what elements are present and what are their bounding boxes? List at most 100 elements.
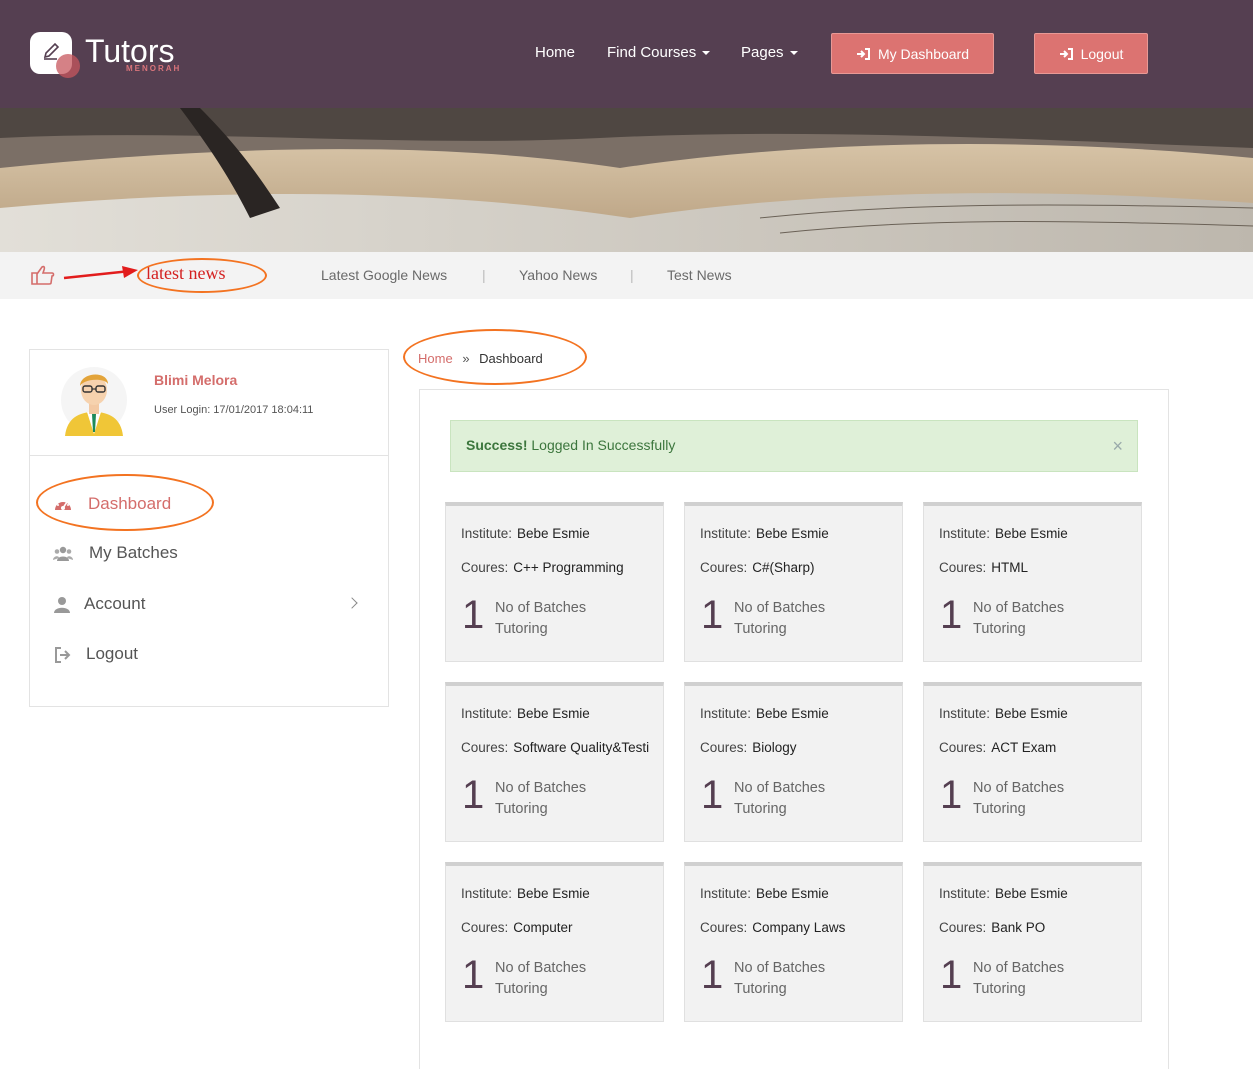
institute-value: Bebe Esmie <box>756 886 829 901</box>
institute-value: Bebe Esmie <box>517 706 590 721</box>
course-row: Coures: Company Laws <box>700 920 888 935</box>
course-label: Coures: <box>939 740 987 755</box>
tutoring-text: Tutoring <box>495 981 548 997</box>
course-value: HTML <box>991 560 1029 575</box>
course-card[interactable]: Institute: Bebe Esmie Coures: Company Laws 1… <box>684 862 903 1022</box>
course-label: Coures: <box>461 740 509 755</box>
institute-value: Bebe Esmie <box>995 706 1068 721</box>
course-row: Coures: Computer <box>461 920 649 935</box>
course-card[interactable]: Institute: Bebe Esmie Coures: Software Qual… <box>445 682 664 842</box>
my-dashboard-button[interactable]: My Dashboard <box>831 33 994 74</box>
top-header: Tutors MENORAH Home Find Courses Pages M… <box>0 0 1253 108</box>
users-icon <box>53 546 73 561</box>
course-row: Coures: HTML <box>939 560 1127 575</box>
news-link-google[interactable]: Latest Google News <box>321 267 447 283</box>
institute-value: Bebe Esmie <box>517 886 590 901</box>
institute-label: Institute: <box>461 526 513 541</box>
book-image <box>0 108 1253 252</box>
course-row: Coures: Biology <box>700 740 888 755</box>
institute-row: Institute: Bebe Esmie <box>461 886 649 901</box>
course-card[interactable]: Institute: Bebe Esmie Coures: C++ Programmi… <box>445 502 664 662</box>
annotation-oval <box>403 329 587 385</box>
course-value: Computer <box>513 920 573 935</box>
institute-row: Institute: Bebe Esmie <box>700 526 888 541</box>
course-card[interactable]: Institute: Bebe Esmie Coures: Bank PO 1 No of… <box>923 862 1142 1022</box>
batches-text: No of Batches <box>973 600 1065 616</box>
logout-button[interactable]: Logout <box>1034 33 1148 74</box>
tutoring-text: Tutoring <box>734 801 787 817</box>
close-icon[interactable]: × <box>1112 436 1123 457</box>
batch-count: 1 <box>462 593 485 637</box>
alert-message: Logged In Successfully <box>531 437 676 453</box>
batch-count: 1 <box>940 953 963 997</box>
news-link-test[interactable]: Test News <box>667 267 732 283</box>
batch-label: No of Batches Tutoring <box>734 778 825 820</box>
course-label: Coures: <box>461 920 509 935</box>
sidebar-item-logout[interactable]: Logout <box>30 635 388 675</box>
course-label: Coures: <box>700 560 748 575</box>
batch-count: 1 <box>462 773 485 817</box>
batch-count: 1 <box>462 953 485 997</box>
course-row: Coures: C#(Sharp) <box>700 560 888 575</box>
main-panel: Success! Logged In Successfully × Instit… <box>419 389 1169 1069</box>
course-card[interactable]: Institute: Bebe Esmie Coures: C#(Sharp) 1 No … <box>684 502 903 662</box>
institute-label: Institute: <box>461 706 513 721</box>
course-card[interactable]: Institute: Bebe Esmie Coures: Computer 1 No o… <box>445 862 664 1022</box>
sidebar-item-account[interactable]: Account <box>30 585 388 625</box>
institute-label: Institute: <box>700 706 752 721</box>
batches-text: No of Batches <box>734 780 826 796</box>
batches-text: No of Batches <box>495 780 587 796</box>
batch-count: 1 <box>940 593 963 637</box>
course-row: Coures: ACT Exam <box>939 740 1127 755</box>
institute-row: Institute: Bebe Esmie <box>700 706 888 721</box>
profile-name[interactable]: Blimi Melora <box>154 372 237 388</box>
institute-row: Institute: Bebe Esmie <box>700 886 888 901</box>
sidebar-item-my-batches[interactable]: My Batches <box>30 534 388 574</box>
institute-label: Institute: <box>700 526 752 541</box>
brand-logo[interactable]: Tutors MENORAH <box>30 32 210 82</box>
annotation-oval <box>36 474 214 531</box>
course-value: Software Quality&Testing <box>513 740 649 755</box>
annotation-oval <box>137 258 267 293</box>
course-value: C++ Programming <box>513 560 624 575</box>
course-label: Coures: <box>700 740 748 755</box>
institute-value: Bebe Esmie <box>995 526 1068 541</box>
batch-label: No of Batches Tutoring <box>495 958 586 1000</box>
batches-text: No of Batches <box>734 600 826 616</box>
news-separator: | <box>482 267 486 283</box>
sidebar-item-label: Logout <box>86 644 138 663</box>
course-card[interactable]: Institute: Bebe Esmie Coures: HTML 1 No of Ba… <box>923 502 1142 662</box>
institute-row: Institute: Bebe Esmie <box>461 526 649 541</box>
course-value: C#(Sharp) <box>752 560 815 575</box>
course-label: Coures: <box>939 560 987 575</box>
user-icon <box>54 597 70 613</box>
course-row: Coures: C++ Programming <box>461 560 649 575</box>
institute-label: Institute: <box>461 886 513 901</box>
brand-subtitle: MENORAH <box>126 64 182 73</box>
news-link-yahoo[interactable]: Yahoo News <box>519 267 597 283</box>
batch-label: No of Batches Tutoring <box>973 598 1064 640</box>
course-label: Coures: <box>461 560 509 575</box>
batches-text: No of Batches <box>495 600 587 616</box>
institute-row: Institute: Bebe Esmie <box>939 886 1127 901</box>
sign-in-icon <box>1059 47 1073 60</box>
course-card[interactable]: Institute: Bebe Esmie Coures: ACT Exam 1 No o… <box>923 682 1142 842</box>
nav-pages[interactable]: Pages <box>741 44 798 61</box>
hero-banner <box>0 108 1253 252</box>
batches-text: No of Batches <box>495 960 587 976</box>
nav-home[interactable]: Home <box>535 44 575 61</box>
avatar[interactable] <box>61 362 127 436</box>
tutoring-text: Tutoring <box>734 981 787 997</box>
batch-count: 1 <box>701 773 724 817</box>
course-card[interactable]: Institute: Bebe Esmie Coures: Biology 1 No of… <box>684 682 903 842</box>
course-value: ACT Exam <box>991 740 1057 755</box>
course-value: Bank PO <box>991 920 1046 935</box>
nav-find-courses[interactable]: Find Courses <box>607 44 711 61</box>
tutoring-text: Tutoring <box>734 621 787 637</box>
institute-label: Institute: <box>939 526 991 541</box>
pen-icon <box>43 42 60 60</box>
tutoring-text: Tutoring <box>973 981 1026 997</box>
thumbs-up-icon <box>31 265 55 285</box>
sidebar-item-label: Account <box>84 594 146 613</box>
batch-label: No of Batches Tutoring <box>495 598 586 640</box>
